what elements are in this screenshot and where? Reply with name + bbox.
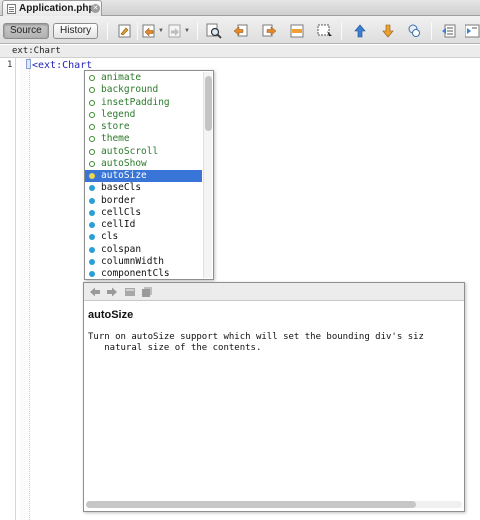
breadcrumb: ext:Chart [0, 45, 480, 58]
completion-item-label: autoShow [101, 157, 147, 169]
toolbar-separator [137, 22, 138, 40]
previous-bookmark-icon[interactable] [352, 23, 368, 39]
find-next-icon[interactable] [261, 23, 277, 39]
line-number: 1 [7, 60, 13, 70]
completion-item[interactable]: componentCls [85, 268, 202, 279]
attribute-icon [89, 246, 95, 253]
completion-item-label: autoScroll [101, 145, 159, 157]
history-button[interactable]: History [53, 23, 99, 39]
attribute-required-icon [89, 75, 95, 81]
completion-item[interactable]: autoScroll [85, 146, 202, 158]
attribute-icon [89, 185, 95, 192]
attribute-icon [89, 209, 95, 216]
completion-item[interactable]: insetPadding [85, 97, 202, 109]
breadcrumb-item[interactable]: ext:Chart [12, 46, 61, 56]
attribute-required-icon [89, 136, 95, 143]
completion-item[interactable]: theme [85, 133, 202, 145]
completion-item-label: autoSize [101, 170, 147, 181]
attribute-icon [89, 271, 95, 277]
toolbar-separator [107, 22, 108, 40]
php-file-icon [7, 4, 16, 14]
back-arrow-icon[interactable] [89, 286, 101, 298]
completion-item[interactable]: store [85, 121, 202, 133]
completion-item[interactable]: baseCls [85, 182, 202, 194]
completion-item[interactable]: legend [85, 109, 202, 121]
attribute-icon [89, 197, 95, 204]
documentation-text: Turn on autoSize support which will set … [88, 332, 424, 353]
completion-item-label: cellCls [101, 206, 142, 218]
line-number-gutter: 1 [0, 58, 16, 520]
toolbar-separator [197, 22, 198, 40]
toggle-bookmark-icon[interactable] [317, 23, 333, 39]
attribute-required-icon [89, 124, 95, 130]
completion-item[interactable]: background [85, 84, 202, 96]
completion-item[interactable]: border [85, 195, 202, 207]
tab-title: Application.php [19, 3, 95, 14]
scrollbar-thumb[interactable] [86, 501, 416, 508]
back-icon[interactable] [141, 23, 157, 39]
completion-item-label: animate [101, 72, 142, 83]
next-bookmark-icon[interactable] [380, 23, 396, 39]
toolbar-separator [341, 22, 342, 40]
forward-icon[interactable] [167, 23, 183, 39]
attribute-required-icon [89, 160, 95, 167]
completion-item[interactable]: columnWidth [85, 256, 202, 268]
completion-item-label: baseCls [101, 182, 142, 194]
completion-item[interactable]: animate [85, 72, 202, 84]
close-icon[interactable]: ✕ [91, 4, 100, 13]
documentation-title: autoSize [88, 309, 134, 321]
documentation-toolbar [84, 283, 464, 301]
attribute-required-icon [89, 111, 95, 118]
completion-item-label: legend [101, 108, 136, 120]
completion-item-label: cls [101, 231, 119, 243]
attribute-required-icon [89, 148, 95, 155]
goto-source-icon[interactable] [141, 286, 153, 298]
editor-tab-bar: Application.php ✕ [0, 0, 480, 16]
find-previous-icon[interactable] [233, 23, 249, 39]
completion-item-label: colspan [101, 243, 142, 255]
completion-item-label: insetPadding [101, 96, 170, 108]
text-caret [26, 59, 31, 69]
forward-arrow-icon[interactable] [106, 286, 118, 298]
attribute-icon [89, 258, 95, 265]
attribute-icon [89, 234, 95, 241]
completion-item[interactable]: cls [85, 231, 202, 243]
chevron-down-icon[interactable]: ▼ [184, 28, 190, 34]
find-icon[interactable] [206, 23, 222, 39]
shift-left-icon[interactable] [441, 23, 457, 39]
completion-item-label: cellId [101, 219, 136, 230]
completion-item-label: theme [101, 133, 130, 145]
highlight-icon[interactable] [289, 23, 305, 39]
completion-item[interactable]: autoShow [85, 158, 202, 170]
completion-item[interactable]: cellCls [85, 207, 202, 219]
documentation-popup: autoSize Turn on autoSize support which … [83, 282, 465, 512]
editor-toolbar: Source History ▼ ▼ [0, 16, 480, 44]
completion-item-label: background [101, 84, 159, 96]
completion-item-label: store [101, 121, 130, 132]
toggle-comment-icon[interactable] [406, 23, 422, 39]
documentation-horizontal-scrollbar[interactable] [86, 501, 462, 508]
completion-item-label: columnWidth [101, 255, 164, 267]
attribute-required-icon [89, 87, 95, 94]
completion-item[interactable]: colspan [85, 244, 202, 256]
completion-item-label: componentCls [101, 268, 170, 279]
tab-application-php[interactable]: Application.php ✕ [2, 0, 102, 16]
completion-item[interactable]: cellId [85, 219, 202, 231]
code-completion-popup[interactable]: animate background insetPadding legend store… [84, 70, 214, 280]
open-in-browser-icon[interactable] [124, 286, 136, 298]
completion-item[interactable]: autoSize [85, 170, 202, 182]
chevron-down-icon[interactable]: ▼ [158, 28, 164, 34]
shift-right-icon[interactable] [465, 23, 480, 39]
attribute-icon [89, 173, 95, 179]
toolbar-separator [431, 22, 432, 40]
scrollbar-thumb[interactable] [205, 76, 212, 131]
completion-scrollbar[interactable] [203, 72, 212, 278]
attribute-required-icon [89, 99, 95, 106]
completion-item-label: border [101, 194, 136, 206]
code-line[interactable]: <ext:Chart [26, 59, 92, 71]
attribute-icon [89, 222, 95, 228]
source-button[interactable]: Source [3, 23, 49, 39]
fold-margin [20, 58, 30, 520]
last-edit-icon[interactable] [117, 23, 133, 39]
